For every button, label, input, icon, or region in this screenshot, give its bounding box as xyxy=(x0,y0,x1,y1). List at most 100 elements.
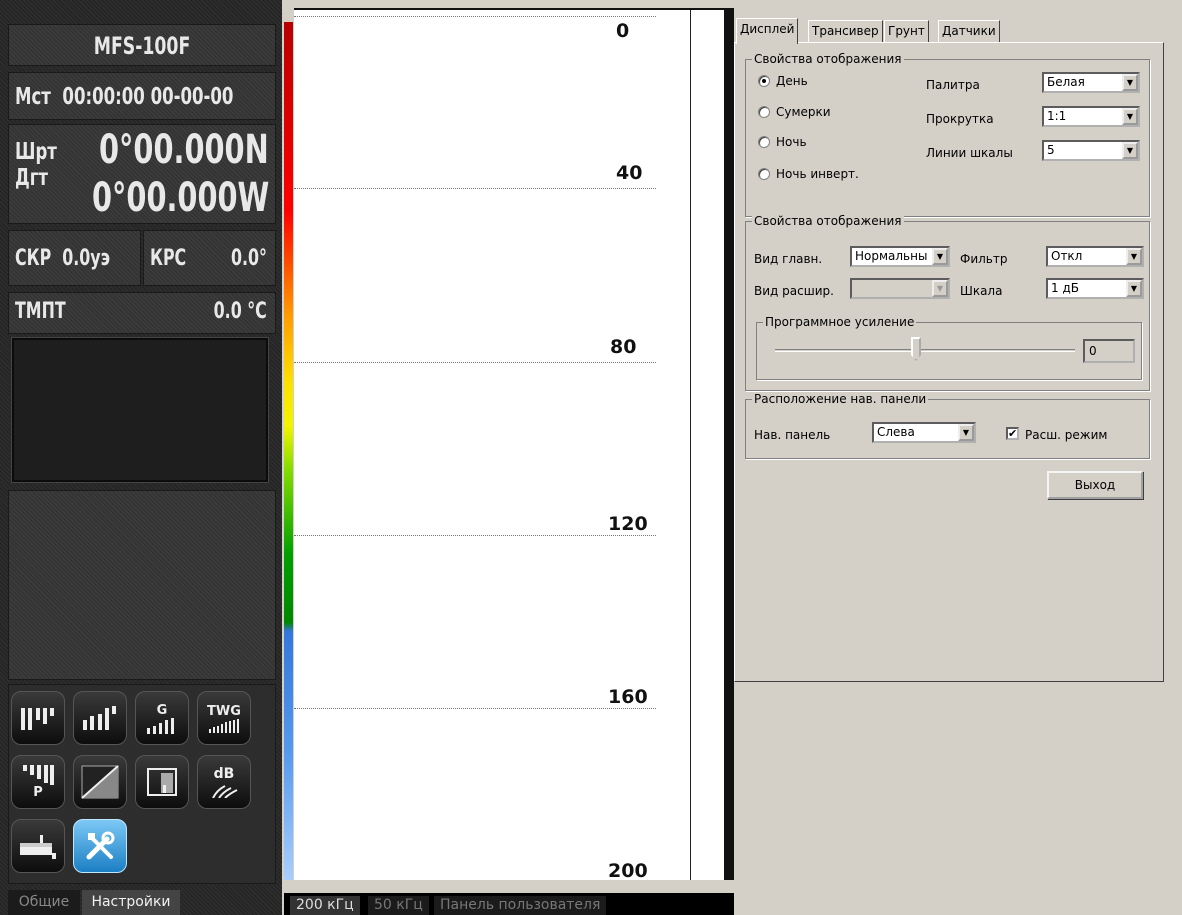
tab-200khz[interactable]: 200 кГц xyxy=(290,896,360,915)
palette-label: Палитра xyxy=(926,78,980,92)
latitude-value: 0°00.000N xyxy=(99,127,269,173)
radio-night-inverted-label: Ночь инверт. xyxy=(776,167,859,181)
scale-select[interactable]: 1 дБ ▼ xyxy=(1046,278,1144,299)
tab-transceiver[interactable]: Трансивер xyxy=(808,20,883,42)
radio-twilight-label: Сумерки xyxy=(776,105,831,119)
display-tab-page: Свойства отображения День Сумерки Ночь Н… xyxy=(734,42,1164,682)
depth-label: 120 xyxy=(608,513,648,535)
db-signal-icon[interactable]: dB xyxy=(197,755,251,809)
temperature-label: ТМПТ xyxy=(15,299,66,324)
chevron-down-icon: ▼ xyxy=(1122,74,1138,91)
depth-marker-icon[interactable] xyxy=(11,819,65,873)
range-line xyxy=(294,16,656,17)
tab-settings[interactable]: Настройки xyxy=(82,890,180,915)
bar-chart-rising-icon[interactable] xyxy=(73,691,127,745)
latitude-label: Шрт xyxy=(15,139,57,165)
range-line xyxy=(294,188,656,189)
radio-twilight[interactable] xyxy=(758,106,770,118)
group-title: Расположение нав. панели xyxy=(752,392,929,406)
time-label: Мст xyxy=(15,84,51,110)
mini-display xyxy=(12,338,268,482)
longitude-label: Дгт xyxy=(15,165,49,191)
group-title: Свойства отображения xyxy=(752,214,904,228)
filter-label: Фильтр xyxy=(960,252,1008,266)
nav-panel-label: Нав. панель xyxy=(754,428,831,442)
course-box: КРС 0.0° xyxy=(143,230,276,286)
tab-sensors[interactable]: Датчики xyxy=(938,20,1000,42)
longitude-value: 0°00.000W xyxy=(91,175,269,221)
settings-dialog: Дисплей Трансивер Грунт Датчики Свойства… xyxy=(734,10,1182,915)
tab-user-panel[interactable]: Панель пользователя xyxy=(434,896,607,915)
fishfinder-screen: MFS-100F Мст 00:00:00 00-00-00 Шрт 0°00.… xyxy=(0,0,1182,915)
scroll-select[interactable]: 1:1 ▼ xyxy=(1042,106,1140,127)
tab-50khz[interactable]: 50 кГц xyxy=(368,896,429,915)
extended-mode-label: Расш. режим xyxy=(1025,428,1108,442)
filter-select[interactable]: Откл ▼ xyxy=(1046,246,1144,267)
radio-day[interactable] xyxy=(758,75,770,87)
model-name-box: MFS-100F xyxy=(8,24,276,66)
depth-label: 160 xyxy=(608,686,648,708)
depth-label: 200 xyxy=(608,860,648,882)
extended-mode-checkbox[interactable]: ✔ xyxy=(1006,427,1019,440)
twg-icon[interactable]: TWG xyxy=(197,691,251,745)
software-gain-group: Программное усиление 0 xyxy=(756,315,1142,380)
radio-night[interactable] xyxy=(758,136,770,148)
temperature-value: 0.0 °C xyxy=(213,299,267,324)
gain-value-box[interactable]: 0 xyxy=(1083,339,1135,363)
navigation-panel: MFS-100F Мст 00:00:00 00-00-00 Шрт 0°00.… xyxy=(0,0,282,915)
gain-title: Программное усиление xyxy=(763,315,917,329)
radio-night-label: Ночь xyxy=(776,135,807,149)
radio-day-label: День xyxy=(776,74,808,88)
chevron-down-icon: ▼ xyxy=(1122,142,1138,159)
radio-night-inverted[interactable] xyxy=(758,168,770,180)
time-value: 00:00:00 00-00-00 xyxy=(62,84,234,110)
chevron-down-icon: ▼ xyxy=(1122,108,1138,125)
time-box: Мст 00:00:00 00-00-00 xyxy=(8,72,276,120)
sonar-display[interactable]: 0 40 80 120 160 200 xyxy=(294,10,724,882)
chevron-down-icon: ▼ xyxy=(932,248,948,265)
bar-chart-icon[interactable] xyxy=(11,691,65,745)
exit-button[interactable]: Выход xyxy=(1047,471,1143,499)
dialog-empty-area xyxy=(734,682,1182,915)
extended-view-select[interactable]: ▼ xyxy=(850,278,950,299)
scale-label: Шкала xyxy=(960,284,1003,298)
group-title: Свойства отображения xyxy=(752,52,904,66)
coordinates-box: Шрт 0°00.000N Дгт 0°00.000W xyxy=(8,124,276,224)
model-name: MFS-100F xyxy=(93,32,191,60)
temperature-box: ТМПТ 0.0 °C xyxy=(8,292,276,334)
icon-toolbar: G TWG P dB xyxy=(8,684,276,884)
scale-line xyxy=(690,10,691,880)
gain-g-icon[interactable]: G xyxy=(135,691,189,745)
chevron-down-icon: ▼ xyxy=(1126,280,1142,297)
speed-value: 0.0уэ xyxy=(62,246,111,271)
nav-panel-select[interactable]: Слева ▼ xyxy=(872,422,976,443)
speed-box: СКР 0.0уэ xyxy=(8,230,141,286)
gain-slider-thumb[interactable] xyxy=(911,337,921,361)
tools-icon[interactable] xyxy=(73,819,127,873)
chevron-down-icon: ▼ xyxy=(958,424,974,441)
zoom-window-icon[interactable] xyxy=(135,755,189,809)
range-line xyxy=(294,362,656,363)
tab-general[interactable]: Общие xyxy=(8,890,80,915)
scale-lines-select[interactable]: 5 ▼ xyxy=(1042,140,1140,161)
tab-display[interactable]: Дисплей xyxy=(736,18,799,44)
power-p-icon[interactable]: P xyxy=(11,755,65,809)
main-view-select[interactable]: Нормальны ▼ xyxy=(850,246,950,267)
gain-slider-track[interactable] xyxy=(775,349,1075,352)
tab-ground[interactable]: Грунт xyxy=(884,20,929,42)
nav-panel-position-group: Расположение нав. панели Нав. панель Сле… xyxy=(745,392,1150,459)
course-value: 0.0° xyxy=(231,246,267,271)
frequency-tab-bar: 200 кГц 50 кГц Панель пользователя xyxy=(284,893,734,915)
course-label: КРС xyxy=(150,246,187,271)
display-properties-group-2: Свойства отображения Вид главн. Нормальн… xyxy=(745,214,1150,391)
display-properties-group: Свойства отображения День Сумерки Ночь Н… xyxy=(745,52,1150,217)
bottom-texture-icon[interactable] xyxy=(73,755,127,809)
palette-select[interactable]: Белая ▼ xyxy=(1042,72,1140,93)
main-view-label: Вид главн. xyxy=(754,252,823,266)
chevron-down-icon: ▼ xyxy=(1126,248,1142,265)
speed-label: СКР xyxy=(15,246,52,271)
nav-tab-bar: Общие Настройки xyxy=(8,890,276,915)
depth-label: 40 xyxy=(616,162,643,184)
range-line xyxy=(294,708,656,709)
chevron-down-icon: ▼ xyxy=(932,280,948,297)
